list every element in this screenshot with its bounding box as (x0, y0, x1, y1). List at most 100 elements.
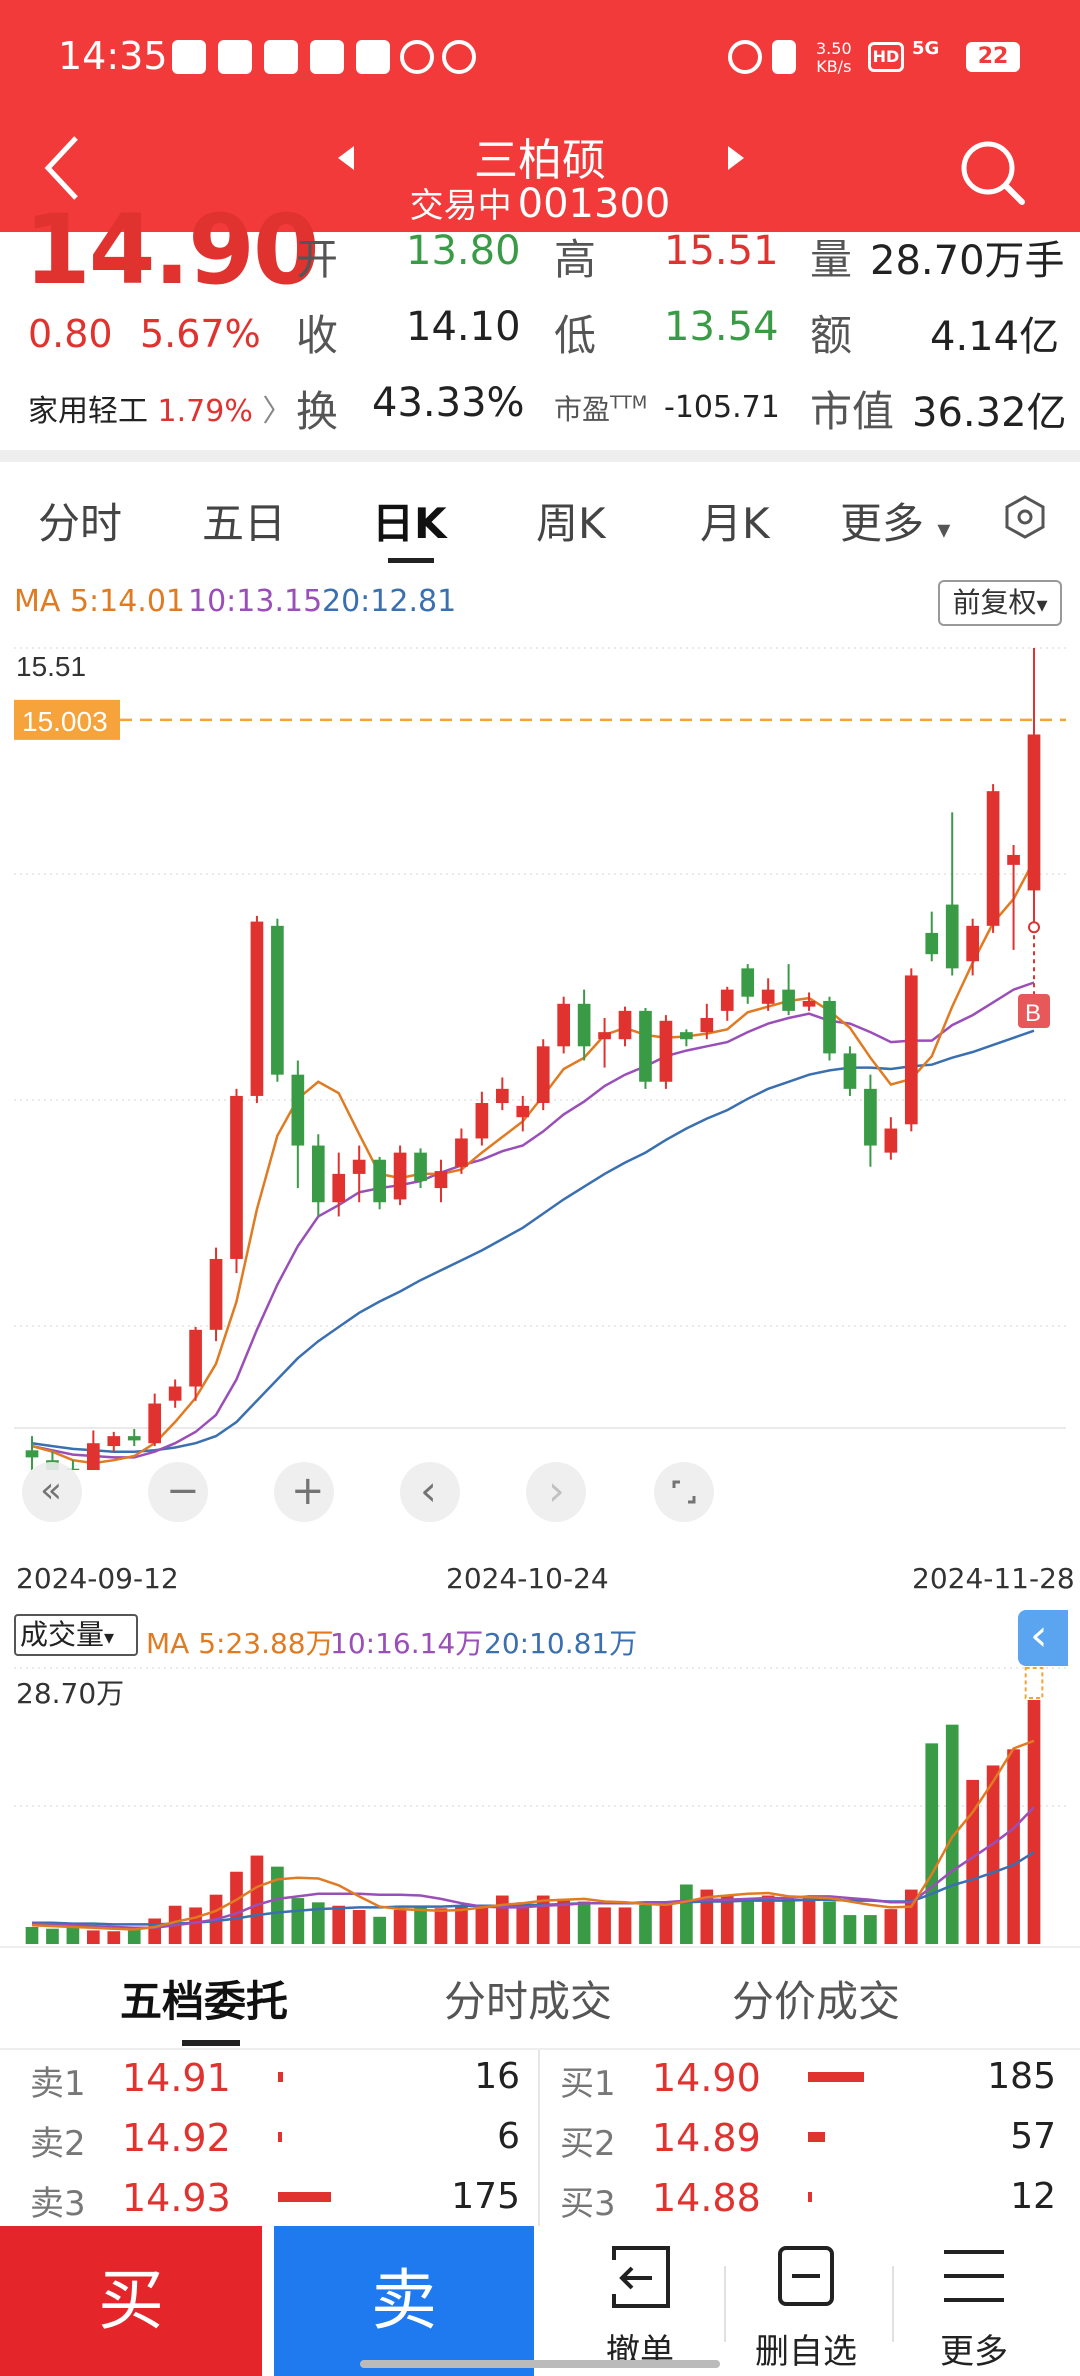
volume-bar (66, 1927, 80, 1944)
candle-body (700, 1017, 714, 1033)
remove-watchlist-button[interactable]: 删自选 (736, 2230, 876, 2376)
vol-ma20-line (32, 1851, 1035, 1926)
volume-bar (761, 1895, 775, 1944)
tab-intraday[interactable]: 分时 (38, 490, 122, 551)
order-book-price: 14.93 (122, 2176, 231, 2220)
candle-body (291, 1074, 305, 1146)
prev-close-label: 收 (296, 311, 339, 360)
active-tab-indicator (388, 558, 434, 563)
candle-body (577, 1003, 591, 1047)
next-stock-icon[interactable] (728, 146, 744, 170)
tab-five-day[interactable]: 五日 (202, 490, 286, 551)
volume-bar (639, 1904, 652, 1944)
undo-doc-icon (612, 2246, 670, 2308)
ma20-line (31, 1029, 1035, 1453)
order-book-bar (808, 2192, 812, 2202)
order-book-price: 14.88 (652, 2176, 761, 2220)
tab-order-book[interactable]: 五档委托 (120, 1968, 288, 2029)
volume-bar (577, 1901, 591, 1944)
tab-daily-k[interactable]: 日K (372, 490, 447, 551)
candle-body (352, 1159, 366, 1174)
buy-button[interactable]: 买 (0, 2226, 262, 2376)
tab-monthly-k[interactable]: 月K (700, 490, 770, 551)
prev-close-value: 14.10 (406, 304, 521, 350)
minus-icon: − (166, 1468, 200, 1514)
candle-body (393, 1152, 407, 1200)
search-icon[interactable] (956, 136, 1028, 208)
collapse-panel-button[interactable]: ‹ (1018, 1610, 1068, 1666)
volume-bar (373, 1916, 386, 1944)
status-bar: 14:35 3.50 KB/s HD 5G 22 (0, 0, 1080, 110)
volume-bar (455, 1906, 468, 1944)
app-icon (310, 40, 344, 74)
active-tab-indicator (182, 2040, 240, 2046)
volume-bar (393, 1909, 407, 1944)
settings-hexagon-icon[interactable] (1002, 494, 1048, 540)
candle-body (536, 1046, 550, 1104)
volume-label: 量 (810, 235, 853, 284)
order-book-qty: 185 (987, 2056, 1056, 2097)
indicator-select[interactable]: 成交量▾ (14, 1614, 138, 1656)
pe-ttm: TTM (610, 392, 648, 414)
stock-code: 001300 (517, 181, 671, 227)
scroll-left-button[interactable]: ‹ (400, 1462, 460, 1522)
trading-status: 交易中 (409, 186, 512, 226)
plus-icon: + (291, 1468, 325, 1514)
zoom-in-button[interactable]: + (274, 1462, 334, 1522)
zoom-out-button[interactable]: − (148, 1462, 208, 1522)
order-book-row[interactable]: 买1 14.90 185 (560, 2056, 1056, 2116)
turnover-value: 43.33% (372, 380, 525, 426)
order-book-row[interactable]: 买3 14.88 12 (560, 2176, 1056, 2236)
scroll-right-button[interactable]: › (526, 1462, 586, 1522)
remove-watchlist-label: 删自选 (755, 2332, 857, 2372)
divider (538, 2050, 540, 2226)
tab-weekly-k[interactable]: 周K (536, 490, 606, 551)
volume-bar (986, 1765, 1000, 1944)
candle-body (127, 1436, 141, 1441)
more-button[interactable]: 更多 (904, 2230, 1044, 2376)
volume-bar (148, 1918, 162, 1944)
volume-chart[interactable] (0, 1660, 1080, 1946)
candle-body (495, 1088, 509, 1104)
candle-body (311, 1145, 325, 1203)
order-book-row[interactable]: 卖3 14.93 175 (30, 2176, 520, 2236)
order-book-level: 卖2 (30, 2124, 86, 2164)
order-book-row[interactable]: 卖2 14.92 6 (30, 2116, 520, 2176)
low-value: 13.54 (664, 304, 779, 350)
kline-chart[interactable]: B 15.00315.519.57 (0, 570, 1080, 1470)
volume-bar (475, 1904, 489, 1944)
net-speed-unit: KB/s (816, 57, 852, 76)
volume-bar (495, 1895, 509, 1944)
candle-body (659, 1020, 673, 1082)
high-label: 高 (554, 235, 597, 284)
tab-tick-trades[interactable]: 分时成交 (444, 1968, 612, 2029)
order-book-qty: 12 (1010, 2176, 1056, 2217)
volume-bar (250, 1855, 264, 1944)
sell-button[interactable]: 卖 (274, 2226, 534, 2376)
order-book-row[interactable]: 卖1 14.91 16 (30, 2056, 520, 2116)
current-price: 14.90 (24, 194, 320, 306)
volume-bar (925, 1743, 939, 1944)
sector-pct: 1.79% (157, 394, 253, 429)
price-change: 0.80 (28, 312, 113, 356)
candle-body (434, 1171, 448, 1189)
candle-body (864, 1088, 877, 1146)
shield-icon (356, 40, 390, 74)
hand-icon (400, 40, 434, 74)
tab-more[interactable]: 更多 ▾ (840, 490, 950, 551)
candle-body (1007, 854, 1020, 865)
cancel-order-button[interactable]: 撤单 (570, 2230, 710, 2376)
hd-icon: HD (868, 42, 904, 72)
order-book-row[interactable]: 买2 14.89 57 (560, 2116, 1056, 2176)
ma-lines (31, 860, 1036, 1465)
rewind-button[interactable]: « (22, 1462, 82, 1522)
tab-price-volume[interactable]: 分价成交 (732, 1968, 900, 2029)
volume-bar (618, 1907, 632, 1944)
volume-value: 28.70万手 (870, 238, 1065, 284)
candle-body (516, 1105, 530, 1118)
sector-link[interactable]: 家用轻工 1.79% 〉 (28, 386, 292, 430)
fullscreen-button[interactable] (654, 1462, 714, 1522)
caret-down-icon: ▾ (104, 1625, 115, 1649)
volume-bar (230, 1871, 243, 1944)
candles: B (25, 648, 1050, 1470)
